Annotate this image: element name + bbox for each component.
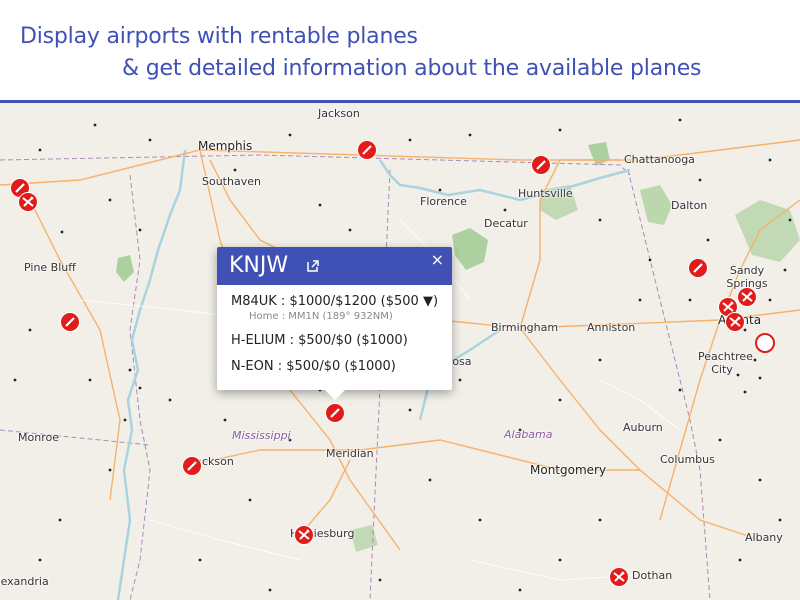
- airport-marker[interactable]: [725, 312, 745, 332]
- place-label: Florence: [420, 195, 467, 208]
- place-label: Birmingham: [491, 321, 559, 334]
- airport-marker[interactable]: [357, 140, 377, 160]
- forest-area: [452, 228, 488, 270]
- plane-icon: [298, 529, 310, 540]
- airport-marker[interactable]: [609, 567, 629, 587]
- slash-icon: [536, 160, 546, 170]
- place-label: Huntsville: [518, 187, 573, 200]
- place-label: Montgomery: [530, 463, 607, 477]
- forest-area: [640, 185, 672, 225]
- plane-icon: [741, 291, 753, 302]
- airport-popup: KNJW × M84UK : $1000/$1200 ($500 ▼) Home…: [217, 247, 452, 400]
- plane-icon: [22, 196, 34, 207]
- plane-icon: [729, 316, 741, 327]
- external-link-icon[interactable]: [306, 259, 320, 273]
- state-label: Alabama: [504, 428, 553, 441]
- place-label: Jackson: [318, 107, 360, 120]
- slash-icon: [187, 461, 197, 471]
- place-label: Auburn: [623, 421, 663, 434]
- state-label: Mississippi: [232, 429, 291, 442]
- plane-icon: [613, 571, 625, 582]
- airport-marker[interactable]: [688, 258, 708, 278]
- place-label: Peachtree City: [698, 350, 753, 376]
- popup-title: KNJW: [229, 253, 289, 278]
- plane-row[interactable]: N-EON : $500/$0 ($1000): [231, 359, 396, 374]
- place-label: Pine Bluff: [24, 261, 76, 274]
- place-label: Dothan: [632, 569, 673, 582]
- app-header: Display airports with rentable planes & …: [0, 0, 800, 100]
- airport-marker[interactable]: [18, 192, 38, 212]
- airport-marker[interactable]: [60, 312, 80, 332]
- place-label: Decatur: [484, 217, 528, 230]
- place-label: Memphis: [198, 139, 253, 153]
- header-tagline-2: & get detailed information about the ava…: [122, 56, 702, 81]
- place-label: Southaven: [202, 175, 261, 188]
- place-label: Dalton: [671, 199, 708, 212]
- close-button[interactable]: ×: [431, 250, 444, 269]
- place-label: Albany: [745, 531, 783, 544]
- place-label: Monroe: [18, 431, 59, 444]
- forest-area: [116, 255, 134, 282]
- airport-marker[interactable]: [531, 155, 551, 175]
- airport-marker[interactable]: [737, 287, 757, 307]
- slash-icon: [330, 408, 340, 418]
- airport-marker-empty[interactable]: [755, 333, 775, 353]
- plane-row[interactable]: H-ELIUM : $500/$0 ($1000): [231, 333, 408, 348]
- plane-home-info: Home : MM1N (189° 932NM): [249, 311, 393, 322]
- place-label: Meridian: [326, 447, 374, 460]
- popup-tip: [324, 389, 346, 400]
- plane-row[interactable]: M84UK : $1000/$1200 ($500 ▼): [231, 294, 438, 309]
- place-label: Chattanooga: [624, 153, 695, 166]
- slash-icon: [65, 317, 75, 327]
- forest-area: [735, 200, 800, 262]
- place-label: Alexandria: [0, 575, 49, 588]
- slash-icon: [362, 145, 372, 155]
- airport-marker[interactable]: [294, 525, 314, 545]
- airport-marker-selected[interactable]: [325, 403, 345, 423]
- header-tagline-1: Display airports with rentable planes: [20, 24, 418, 49]
- place-label: Columbus: [660, 453, 715, 466]
- place-label: Anniston: [587, 321, 636, 334]
- popup-header: KNJW ×: [217, 247, 452, 285]
- slash-icon: [693, 263, 703, 273]
- forest-area: [588, 142, 610, 166]
- airport-marker[interactable]: [182, 456, 202, 476]
